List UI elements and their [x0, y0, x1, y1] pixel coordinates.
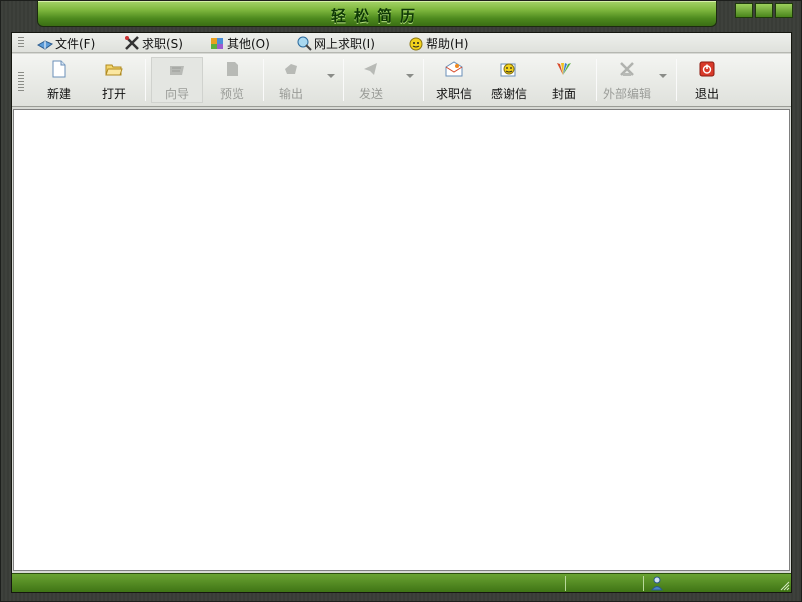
cover-letter-button-label: 求职信: [435, 87, 472, 101]
wizard-button[interactable]: 向导: [151, 57, 203, 103]
preview-icon: [222, 59, 242, 79]
document-area[interactable]: [13, 109, 790, 571]
title-bar[interactable]: 轻松简历: [37, 1, 717, 27]
external-edit-button[interactable]: 外部编辑: [600, 57, 654, 103]
status-separator: [565, 576, 566, 591]
menu-job-label: 求职(S): [142, 36, 183, 51]
resize-grip-icon[interactable]: [778, 579, 790, 591]
menu-help-label: 帮助(H): [426, 36, 469, 51]
send-icon: [361, 59, 381, 79]
new-button[interactable]: 新建: [33, 57, 85, 103]
external-edit-button-label: 外部编辑: [602, 87, 651, 101]
minimize-button[interactable]: [735, 3, 753, 18]
exit-button[interactable]: 退出: [681, 57, 733, 103]
new-button-label: 新建: [46, 87, 71, 101]
cover-letter-button[interactable]: 求职信: [428, 57, 480, 103]
toolbar-separator: [343, 59, 344, 101]
menu-other[interactable]: 其他(O): [209, 34, 270, 52]
maximize-button[interactable]: [755, 3, 773, 18]
smiley-help-icon: [408, 35, 424, 51]
toolbar-separator: [263, 59, 264, 101]
new-document-icon: [49, 59, 69, 79]
thank-smiley-icon: [499, 59, 519, 79]
user-status-icon: [651, 576, 663, 591]
preview-button-label: 预览: [219, 87, 244, 101]
wizard-button-label: 向导: [164, 87, 189, 101]
cover-icon: [554, 59, 574, 79]
open-button-label: 打开: [101, 87, 126, 101]
menu-other-label: 其他(O): [227, 36, 270, 51]
window-title: 轻松简历: [330, 7, 423, 25]
export-button[interactable]: 输出: [265, 57, 317, 103]
window-controls: [735, 3, 793, 18]
book-icon: [37, 35, 53, 51]
cross-tools-icon: [124, 35, 140, 51]
export-button-label: 输出: [278, 87, 303, 101]
exit-button-label: 退出: [694, 87, 719, 101]
toolbar-separator: [423, 59, 424, 101]
open-folder-icon: [104, 59, 124, 79]
globe-search-icon: [296, 35, 312, 51]
cover-button[interactable]: 封面: [538, 57, 590, 103]
send-dropdown-arrow-icon[interactable]: [405, 71, 415, 81]
thank-letter-button-label: 感谢信: [490, 87, 527, 101]
app-window: 轻松简历 文件(F) 求职(S) 其他(O) 网上求职(I) 帮助(H) 新建 …: [0, 0, 802, 602]
export-dropdown-arrow-icon[interactable]: [326, 71, 336, 81]
close-button[interactable]: [775, 3, 793, 18]
menu-help[interactable]: 帮助(H): [408, 34, 468, 52]
exit-icon: [697, 59, 717, 79]
external-edit-icon: [617, 59, 637, 79]
client-area: 文件(F) 求职(S) 其他(O) 网上求职(I) 帮助(H) 新建 打开 向导…: [11, 32, 792, 593]
toolbar-separator: [596, 59, 597, 101]
menu-file[interactable]: 文件(F): [37, 34, 95, 52]
menu-file-label: 文件(F): [55, 36, 96, 51]
colorful-cube-icon: [209, 35, 225, 51]
envelope-icon: [444, 59, 464, 79]
cover-button-label: 封面: [551, 87, 576, 101]
toolbar-separator: [145, 59, 146, 101]
external-edit-dropdown-arrow-icon[interactable]: [658, 71, 668, 81]
menu-online-job[interactable]: 网上求职(I): [296, 34, 375, 52]
menu-job[interactable]: 求职(S): [124, 34, 183, 52]
toolbar-separator: [676, 59, 677, 101]
thank-letter-button[interactable]: 感谢信: [483, 57, 535, 103]
toolbar: 新建 打开 向导 预览 输出 发送 求职信 感谢信 封面 外部编辑 退出: [12, 54, 791, 107]
menu-online-job-label: 网上求职(I): [314, 36, 375, 51]
menubar-grip[interactable]: [18, 37, 24, 49]
open-button[interactable]: 打开: [88, 57, 140, 103]
send-button[interactable]: 发送: [345, 57, 397, 103]
wizard-icon: [167, 60, 187, 79]
status-separator: [643, 576, 644, 591]
export-icon: [281, 59, 301, 79]
preview-button[interactable]: 预览: [206, 57, 258, 103]
toolbar-grip[interactable]: [18, 72, 24, 92]
menu-bar: 文件(F) 求职(S) 其他(O) 网上求职(I) 帮助(H): [12, 33, 791, 53]
send-button-label: 发送: [358, 87, 383, 101]
status-bar: [12, 573, 791, 592]
